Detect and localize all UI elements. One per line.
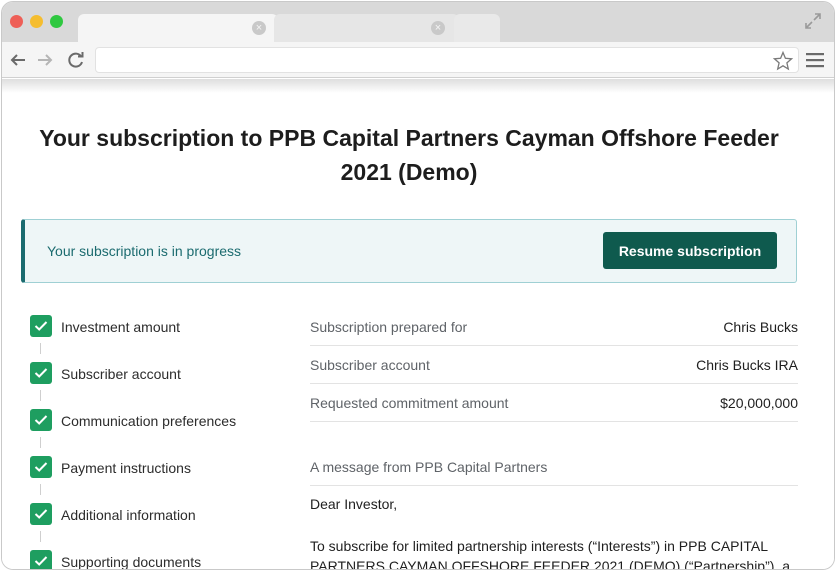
- subscription-status-banner: Your subscription is in progress Resume …: [21, 219, 797, 283]
- detail-label: Subscriber account: [310, 357, 430, 373]
- detail-value: Chris Bucks: [723, 319, 798, 335]
- bookmark-star-icon[interactable]: [772, 50, 794, 72]
- browser-window: × × Your subscription to PPB Capital Par…: [1, 1, 835, 570]
- step-payment-instructions[interactable]: Payment instructions: [30, 456, 280, 480]
- checkmark-icon: [30, 503, 52, 525]
- step-connector: [40, 437, 41, 448]
- detail-value: Chris Bucks IRA: [696, 357, 798, 373]
- back-arrow-icon[interactable]: [8, 50, 28, 70]
- step-connector: [40, 343, 41, 354]
- tab-close-icon[interactable]: ×: [252, 21, 266, 35]
- step-additional-information[interactable]: Additional information: [30, 503, 280, 527]
- maximize-window-button[interactable]: [50, 15, 63, 28]
- detail-label: Subscription prepared for: [310, 319, 468, 335]
- reload-icon[interactable]: [66, 50, 86, 70]
- address-bar[interactable]: [95, 47, 799, 73]
- close-window-button[interactable]: [10, 15, 23, 28]
- detail-label: Requested commitment amount: [310, 395, 509, 411]
- minimize-window-button[interactable]: [30, 15, 43, 28]
- detail-value: $20,000,000: [720, 395, 798, 411]
- tab-bar: × ×: [2, 2, 834, 42]
- detail-row-commitment-amount: Requested commitment amount $20,000,000: [310, 384, 798, 422]
- hamburger-menu-icon[interactable]: [806, 52, 824, 68]
- browser-tab-active[interactable]: ×: [78, 14, 278, 42]
- expand-icon[interactable]: [804, 12, 822, 30]
- message-greeting: Dear Investor,: [310, 496, 398, 512]
- step-connector: [40, 531, 41, 542]
- checkmark-icon: [30, 409, 52, 431]
- detail-row-subscriber-account: Subscriber account Chris Bucks IRA: [310, 346, 798, 384]
- step-label: Additional information: [61, 507, 196, 523]
- message-heading: A message from PPB Capital Partners: [310, 450, 798, 486]
- step-subscriber-account[interactable]: Subscriber account: [30, 362, 280, 386]
- checkmark-icon: [30, 315, 52, 337]
- step-connector: [40, 484, 41, 495]
- checkmark-icon: [30, 362, 52, 384]
- browser-tab-inactive[interactable]: ×: [274, 14, 459, 42]
- step-label: Communication preferences: [61, 413, 237, 429]
- new-tab-button[interactable]: [454, 14, 500, 42]
- checkmark-icon: [30, 456, 52, 478]
- page-content: Your subscription to PPB Capital Partner…: [2, 79, 834, 570]
- checkmark-icon: [30, 550, 52, 569]
- step-label: Subscriber account: [61, 366, 181, 382]
- step-supporting-documents[interactable]: Supporting documents: [30, 550, 280, 570]
- browser-toolbar: [2, 42, 834, 78]
- page-title: Your subscription to PPB Capital Partner…: [39, 125, 779, 185]
- forward-arrow-icon[interactable]: [35, 50, 55, 70]
- step-label: Payment instructions: [61, 460, 191, 476]
- step-communication-preferences[interactable]: Communication preferences: [30, 409, 280, 433]
- detail-row-prepared-for: Subscription prepared for Chris Bucks: [310, 308, 798, 346]
- step-label: Investment amount: [61, 319, 181, 335]
- step-investment-amount[interactable]: Investment amount: [30, 315, 280, 339]
- step-connector: [40, 390, 41, 401]
- message-body: To subscribe for limited partnership int…: [310, 538, 790, 570]
- message-heading-text: A message from PPB Capital Partners: [310, 459, 548, 475]
- resume-subscription-button[interactable]: Resume subscription: [603, 232, 777, 269]
- tab-close-icon[interactable]: ×: [431, 21, 445, 35]
- status-text: Your subscription is in progress: [47, 243, 242, 259]
- step-label: Supporting documents: [61, 554, 202, 570]
